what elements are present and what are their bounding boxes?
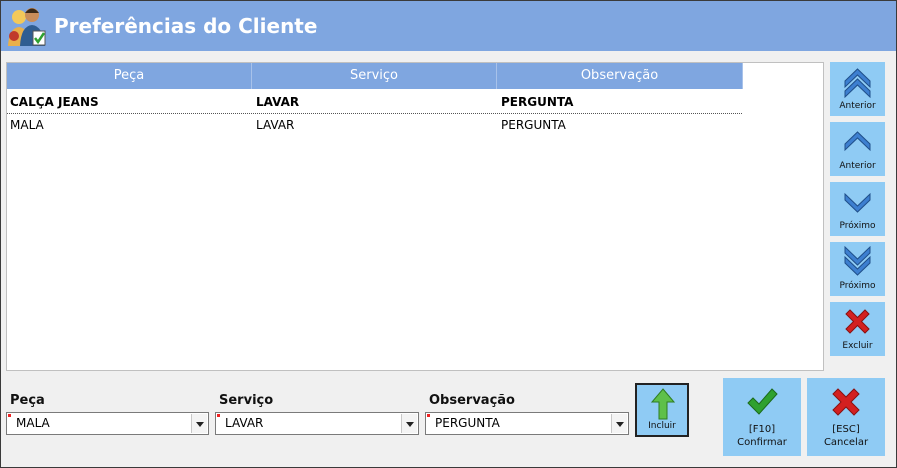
last-record-button[interactable]: Próximo bbox=[830, 242, 885, 296]
first-record-button[interactable]: Anterior bbox=[830, 62, 885, 116]
servico-dropdown-button[interactable] bbox=[401, 414, 417, 433]
column-header-observacao[interactable]: Observação bbox=[497, 63, 743, 89]
table-row[interactable]: CALÇA JEANS LAVAR PERGUNTA bbox=[7, 92, 742, 114]
next-record-label: Próximo bbox=[839, 221, 876, 231]
chevron-up-icon bbox=[844, 131, 871, 152]
green-check-icon bbox=[747, 388, 778, 415]
previous-record-button[interactable]: Anterior bbox=[830, 122, 885, 176]
incluir-label: Incluir bbox=[648, 421, 676, 431]
grid-header: Peça Serviço Observação bbox=[7, 63, 743, 90]
peca-label: Peça bbox=[10, 393, 45, 408]
previous-record-label: Anterior bbox=[839, 161, 876, 171]
cancel-shortcut: [ESC] bbox=[832, 424, 860, 435]
last-record-label: Próximo bbox=[839, 281, 876, 291]
red-x-icon bbox=[832, 388, 860, 416]
observacao-label: Observação bbox=[429, 393, 515, 408]
window-title: Preferências do Cliente bbox=[54, 14, 318, 38]
cell-servico: LAVAR bbox=[256, 95, 300, 109]
servico-value: LAVAR bbox=[225, 416, 264, 430]
cancel-label: Cancelar bbox=[823, 437, 869, 448]
cell-peca: CALÇA JEANS bbox=[10, 95, 99, 109]
confirm-label: Confirmar bbox=[737, 437, 787, 448]
peca-dropdown-button[interactable] bbox=[191, 414, 207, 433]
servico-label: Serviço bbox=[219, 393, 274, 408]
required-marker bbox=[217, 414, 220, 417]
column-header-servico[interactable]: Serviço bbox=[252, 63, 497, 89]
table-row[interactable]: MALA LAVAR PERGUNTA bbox=[7, 115, 742, 136]
double-chevron-up-icon bbox=[844, 68, 871, 98]
observacao-value: PERGUNTA bbox=[435, 416, 500, 430]
confirm-shortcut: [F10] bbox=[748, 424, 776, 435]
confirm-button[interactable]: [F10] Confirmar bbox=[723, 378, 801, 456]
servico-combobox[interactable]: LAVAR bbox=[215, 412, 419, 435]
incluir-button[interactable]: Incluir bbox=[635, 383, 689, 437]
chevron-down-icon bbox=[844, 192, 871, 213]
red-x-icon bbox=[845, 309, 870, 334]
observacao-combobox[interactable]: PERGUNTA bbox=[425, 412, 629, 435]
delete-button[interactable]: Excluir bbox=[830, 302, 885, 356]
cell-peca: MALA bbox=[10, 118, 44, 132]
delete-label: Excluir bbox=[842, 341, 873, 351]
observacao-dropdown-button[interactable] bbox=[611, 414, 627, 433]
peca-combobox[interactable]: MALA bbox=[6, 412, 209, 435]
cancel-button[interactable]: [ESC] Cancelar bbox=[807, 378, 885, 456]
green-up-arrow-icon bbox=[651, 388, 675, 420]
title-bar: Preferências do Cliente bbox=[1, 1, 896, 51]
column-header-peca[interactable]: Peça bbox=[7, 63, 252, 89]
cell-observacao: PERGUNTA bbox=[501, 118, 566, 132]
customer-preferences-icon bbox=[8, 8, 46, 46]
preferences-grid[interactable]: Peça Serviço Observação CALÇA JEANS LAVA… bbox=[6, 62, 824, 371]
cell-servico: LAVAR bbox=[256, 118, 295, 132]
next-record-button[interactable]: Próximo bbox=[830, 182, 885, 236]
preferences-window: Preferências do Cliente Peça Serviço Obs… bbox=[0, 0, 897, 468]
double-chevron-down-icon bbox=[844, 246, 871, 276]
required-marker bbox=[8, 414, 11, 417]
required-marker bbox=[427, 414, 430, 417]
peca-value: MALA bbox=[16, 416, 50, 430]
cell-observacao: PERGUNTA bbox=[501, 95, 574, 109]
first-record-label: Anterior bbox=[839, 101, 876, 111]
